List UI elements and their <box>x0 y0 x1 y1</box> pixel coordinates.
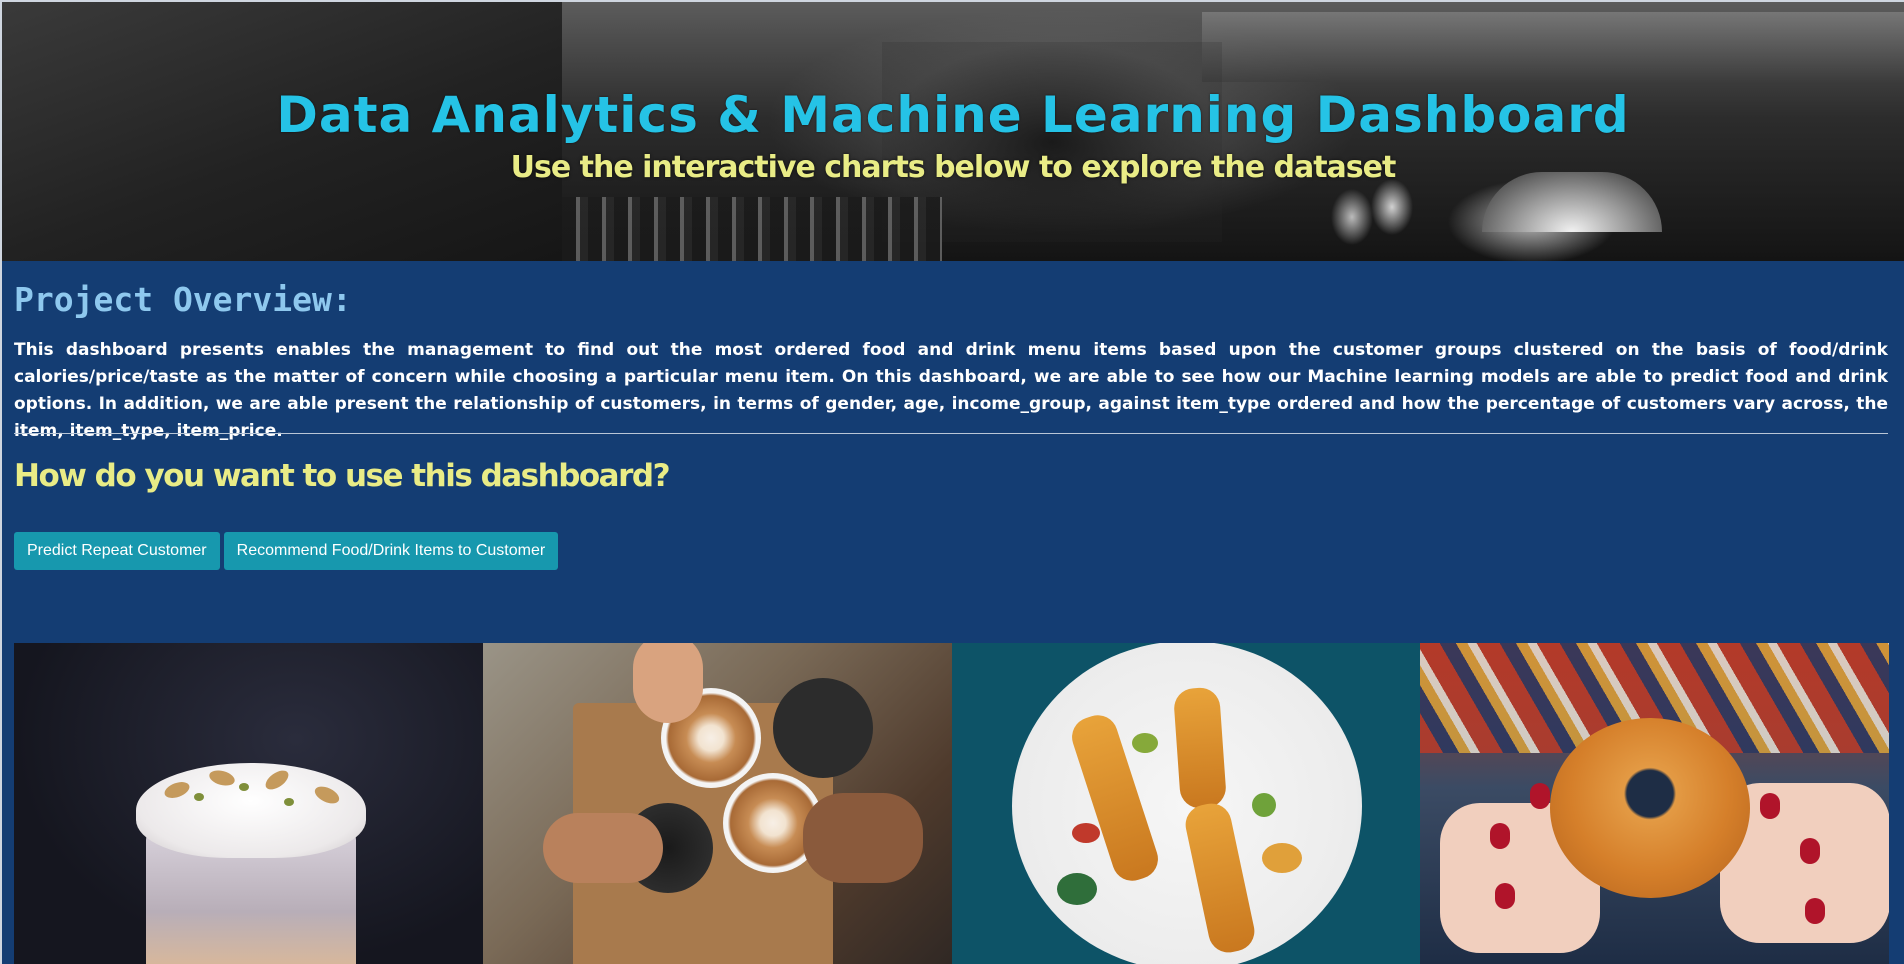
dessert-cup-image <box>14 643 483 964</box>
overview-heading: Project Overview: <box>14 280 352 319</box>
action-button-row: Predict Repeat Customer Recommend Food/D… <box>14 532 559 570</box>
chicken-skewer <box>1172 686 1227 810</box>
corn-piece <box>1261 843 1302 873</box>
red-nail <box>1495 883 1516 909</box>
spinach-leaf <box>1056 873 1097 905</box>
red-nail <box>1760 793 1781 819</box>
dashboard-page: Data Analytics & Machine Learning Dashbo… <box>0 0 1904 964</box>
pistachio-topping <box>284 798 294 806</box>
page-subtitle: Use the interactive charts below to expl… <box>510 150 1397 185</box>
pea-piece <box>1251 793 1276 817</box>
predict-repeat-customer-button[interactable]: Predict Repeat Customer <box>14 532 220 570</box>
pistachio-topping <box>239 783 249 791</box>
whipped-cream <box>136 763 366 858</box>
hero-ceiling-image <box>1202 12 1904 82</box>
overview-text: This dashboard presents enables the mana… <box>14 340 1888 441</box>
dark-plate <box>772 678 873 778</box>
pepper-piece <box>1071 823 1100 843</box>
red-nail <box>1530 783 1551 809</box>
hero-banner: Data Analytics & Machine Learning Dashbo… <box>2 2 1904 261</box>
hand <box>632 643 703 723</box>
pistachio-topping <box>194 793 204 801</box>
coffee-cheers-image <box>482 643 952 964</box>
sugar-donut <box>1550 718 1751 898</box>
hand <box>542 813 663 883</box>
chicken-skewers-image <box>951 643 1421 964</box>
usage-heading: How do you want to use this dashboard? <box>14 458 671 494</box>
red-nail <box>1805 898 1826 924</box>
pepper-piece <box>1131 733 1158 753</box>
section-divider <box>14 433 1888 434</box>
hand <box>802 793 923 883</box>
hero-bar-shelf-image <box>562 197 942 261</box>
red-nail <box>1490 823 1511 849</box>
page-title: Data Analytics & Machine Learning Dashbo… <box>276 86 1630 144</box>
red-nail <box>1800 838 1821 864</box>
food-image-gallery <box>14 643 1889 964</box>
recommend-items-button[interactable]: Recommend Food/Drink Items to Customer <box>223 532 559 570</box>
donut-image <box>1420 643 1889 964</box>
